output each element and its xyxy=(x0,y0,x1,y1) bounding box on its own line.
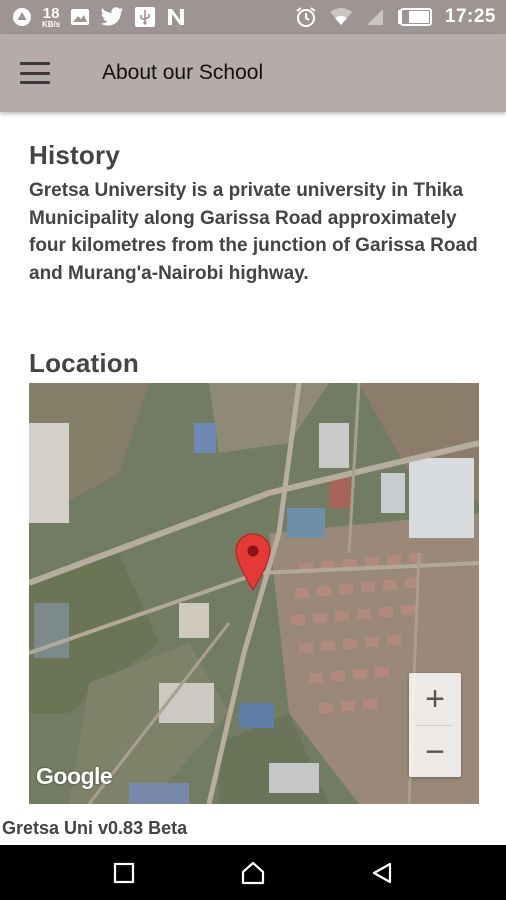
page-title: About our School xyxy=(102,61,264,84)
system-nav-bar xyxy=(0,845,506,900)
twitter-icon xyxy=(100,7,124,27)
google-attribution: Google xyxy=(36,763,113,789)
history-heading: History xyxy=(29,140,120,170)
alarm-icon xyxy=(295,6,317,28)
content: History Gretsa University is a private u… xyxy=(29,140,479,378)
app-bar: About our School xyxy=(0,34,506,112)
image-icon xyxy=(70,8,90,26)
home-icon[interactable] xyxy=(233,853,273,893)
history-text: Gretsa University is a private universit… xyxy=(29,180,478,284)
status-bar: 18 KB/s 17:25 xyxy=(0,0,506,34)
n-notification-icon xyxy=(166,7,188,27)
map-zoom-controls: + − xyxy=(409,673,461,777)
location-pin-icon[interactable] xyxy=(234,533,272,591)
net-speed: 18 KB/s xyxy=(42,6,60,29)
battery-icon xyxy=(397,8,433,26)
signal-icon xyxy=(365,7,385,27)
location-map[interactable]: + − Google xyxy=(29,383,479,804)
zoom-out-button[interactable]: − xyxy=(409,726,461,778)
app-notification-icon xyxy=(12,7,32,27)
hamburger-menu-icon[interactable] xyxy=(20,62,50,84)
app-version: Gretsa Uni v0.83 Beta xyxy=(2,818,188,838)
recent-apps-icon[interactable] xyxy=(104,853,144,893)
usb-icon xyxy=(134,6,156,28)
zoom-in-button[interactable]: + xyxy=(409,673,461,725)
status-time: 17:25 xyxy=(444,6,496,27)
back-icon[interactable] xyxy=(362,853,402,893)
location-heading: Location xyxy=(29,348,139,378)
net-speed-value: 18 xyxy=(42,4,60,22)
net-speed-unit: KB/s xyxy=(42,19,61,29)
wifi-icon xyxy=(329,7,353,27)
